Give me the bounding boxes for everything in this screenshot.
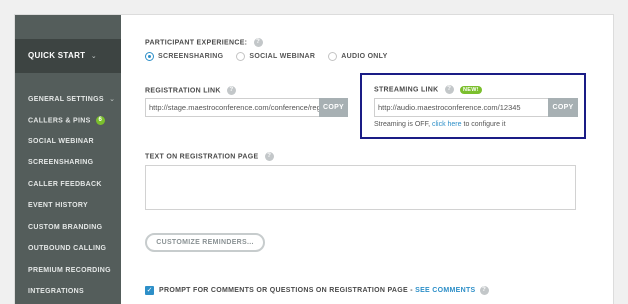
chevron-down-icon: ⌄ — [109, 96, 116, 103]
status-text: Streaming is OFF, — [374, 121, 431, 128]
sidebar-item-caller-feedback[interactable]: CALLER FEEDBACK — [28, 181, 102, 188]
heading-text: PARTICIPANT EXPERIENCE: — [145, 39, 248, 47]
sidebar-item-premium-recording[interactable]: PREMIUM RECORDING — [28, 267, 111, 274]
help-icon[interactable]: ? — [264, 152, 274, 161]
streaming-status: Streaming is OFF, click here to configur… — [374, 121, 506, 128]
radio-audio-only[interactable] — [328, 52, 338, 61]
sidebar-item-label: CALLER FEEDBACK — [28, 181, 102, 188]
registration-text-heading: TEXT ON REGISTRATION PAGE ? — [145, 152, 274, 161]
app-frame: QUICK START ⌄ GENERAL SETTINGS ⌄ CALLERS… — [14, 14, 614, 304]
sidebar-item-custom-branding[interactable]: CUSTOM BRANDING — [28, 224, 102, 231]
sidebar-item-label: EVENT HISTORY — [28, 202, 88, 209]
sidebar-item-outbound-calling[interactable]: OUTBOUND CALLING — [28, 245, 106, 252]
radio-label: SCREENSHARING — [158, 53, 224, 60]
sidebar-item-integrations[interactable]: INTEGRATIONS — [28, 288, 84, 295]
sidebar-item-label: SOCIAL WEBINAR — [28, 138, 94, 145]
streaming-link-field[interactable]: http://audio.maestroconference.com/12345 — [374, 98, 549, 117]
heading-text: REGISTRATION LINK — [145, 87, 221, 95]
sidebar-item-label: OUTBOUND CALLING — [28, 245, 107, 252]
sidebar-item-label: SCREENSHARING — [28, 159, 94, 166]
radio-label: SOCIAL WEBINAR — [249, 53, 316, 60]
sidebar-item-label: CUSTOM BRANDING — [28, 224, 103, 231]
radio-social-webinar[interactable] — [236, 52, 246, 61]
configure-streaming-link[interactable]: click here — [432, 121, 462, 128]
sidebar-item-callers-pins[interactable]: CALLERS & PINS 6 — [28, 116, 105, 125]
sidebar-item-event-history[interactable]: EVENT HISTORY — [28, 202, 88, 209]
chevron-down-icon: ⌄ — [90, 53, 98, 60]
participant-experience-heading: PARTICIPANT EXPERIENCE: ? — [145, 38, 263, 47]
sidebar-item-general-settings[interactable]: GENERAL SETTINGS ⌄ — [28, 95, 115, 103]
count-badge: 6 — [95, 116, 105, 125]
radio-screensharing[interactable] — [145, 52, 154, 61]
help-icon[interactable]: ? — [479, 286, 489, 295]
sidebar-item-label: CALLERS & PINS — [28, 117, 91, 125]
main-panel: PARTICIPANT EXPERIENCE: ? SCREENSHARING … — [121, 15, 615, 304]
sidebar: QUICK START ⌄ GENERAL SETTINGS ⌄ CALLERS… — [15, 15, 121, 304]
streaming-link-panel: STREAMING LINK ? NEW! http://audio.maest… — [360, 73, 586, 139]
sidebar-item-social-webinar[interactable]: SOCIAL WEBINAR — [28, 138, 94, 145]
streaming-link-heading: STREAMING LINK ? NEW! — [374, 85, 482, 94]
sidebar-item-label: INTEGRATIONS — [28, 288, 84, 295]
copy-streaming-link-button[interactable]: COPY — [548, 98, 578, 117]
new-badge: NEW! — [459, 85, 482, 94]
sidebar-item-label: GENERAL SETTINGS — [28, 96, 104, 103]
prompt-comments-row: ✓ PROMPT FOR COMMENTS OR QUESTIONS ON RE… — [145, 286, 489, 295]
registration-link-heading: REGISTRATION LINK ? — [145, 86, 236, 95]
status-text: to configure it — [463, 121, 506, 128]
see-comments-link[interactable]: SEE COMMENTS — [415, 287, 475, 294]
prompt-text: PROMPT FOR COMMENTS OR QUESTIONS ON REGI… — [159, 287, 408, 294]
registration-link-field[interactable]: http://stage.maestroconference.com/confe… — [145, 98, 320, 117]
heading-text: TEXT ON REGISTRATION PAGE — [145, 153, 259, 161]
sidebar-item-quick-start[interactable]: QUICK START ⌄ — [15, 39, 121, 73]
prompt-comments-label: PROMPT FOR COMMENTS OR QUESTIONS ON REGI… — [159, 287, 476, 294]
help-icon[interactable]: ? — [444, 85, 454, 94]
heading-text: STREAMING LINK — [374, 86, 439, 94]
radio-label: AUDIO ONLY — [341, 53, 388, 60]
sidebar-item-label: QUICK START — [28, 51, 86, 60]
registration-text-field[interactable] — [145, 165, 576, 210]
help-icon[interactable]: ? — [227, 86, 236, 95]
help-icon[interactable]: ? — [253, 38, 263, 47]
prompt-comments-checkbox[interactable]: ✓ — [145, 286, 154, 295]
copy-registration-link-button[interactable]: COPY — [319, 98, 348, 117]
sidebar-item-label: PREMIUM RECORDING — [28, 267, 111, 274]
customize-reminders-button[interactable]: CUSTOMIZE REMINDERS... — [145, 233, 265, 252]
participant-experience-options: SCREENSHARING SOCIAL WEBINAR AUDIO ONLY — [145, 52, 401, 61]
sidebar-item-screensharing[interactable]: SCREENSHARING — [28, 159, 93, 166]
